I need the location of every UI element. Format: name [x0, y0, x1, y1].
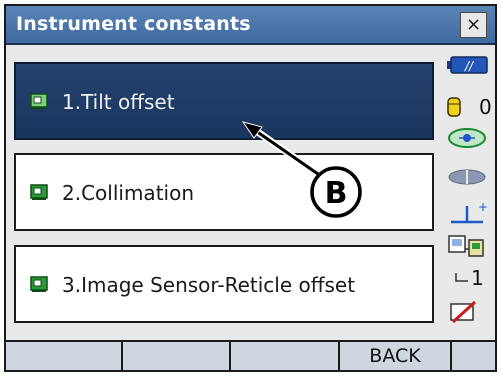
communication-icon	[448, 235, 484, 257]
memory-card-icon	[450, 300, 477, 324]
instrument-level-icon: +	[451, 200, 487, 224]
status-sidebar: // 0 +	[439, 50, 495, 336]
menu-item-image-sensor-reticle-offset[interactable]: 3.Image Sensor-Reticle offset	[14, 245, 434, 323]
menu-item-label: 3.Image Sensor-Reticle offset	[62, 273, 356, 297]
menu-list: 1.Tilt offset 2.Collimation 3.Image Sens…	[14, 52, 434, 338]
softkey-2[interactable]	[123, 342, 231, 370]
menu-item-label: 1.Tilt offset	[62, 90, 175, 114]
close-icon: ×	[465, 14, 482, 35]
tilt-compensation-icon	[448, 169, 486, 185]
menu-item-icon	[30, 93, 48, 109]
window-title: Instrument constants	[16, 13, 251, 35]
menu-item-icon	[30, 276, 48, 292]
softkey-1[interactable]	[6, 342, 123, 370]
input-mode-value: 1	[471, 266, 484, 290]
back-button[interactable]: BACK	[340, 342, 452, 370]
menu-item-tilt-offset[interactable]: 1.Tilt offset	[14, 62, 434, 140]
softkey-5[interactable]	[452, 342, 495, 370]
title-bar: Instrument constants ×	[6, 6, 495, 45]
laser-pointer-icon	[448, 128, 486, 148]
svg-text:+: +	[478, 200, 487, 214]
instrument-constants-window: Instrument constants × 1.Tilt offset 2.C…	[4, 4, 497, 372]
menu-item-icon	[30, 184, 48, 200]
menu-item-collimation[interactable]: 2.Collimation	[14, 153, 434, 231]
input-mode-icon	[455, 273, 468, 282]
softkey-3[interactable]	[231, 342, 340, 370]
battery-icon: //	[447, 56, 488, 74]
softkey-bar: BACK	[6, 340, 495, 370]
screen-frame: Instrument constants × 1.Tilt offset 2.C…	[0, 0, 501, 376]
prism-target-icon	[447, 97, 461, 117]
target-constant-value: 0	[479, 95, 492, 119]
menu-item-label: 2.Collimation	[62, 181, 195, 205]
close-button[interactable]: ×	[460, 12, 487, 38]
